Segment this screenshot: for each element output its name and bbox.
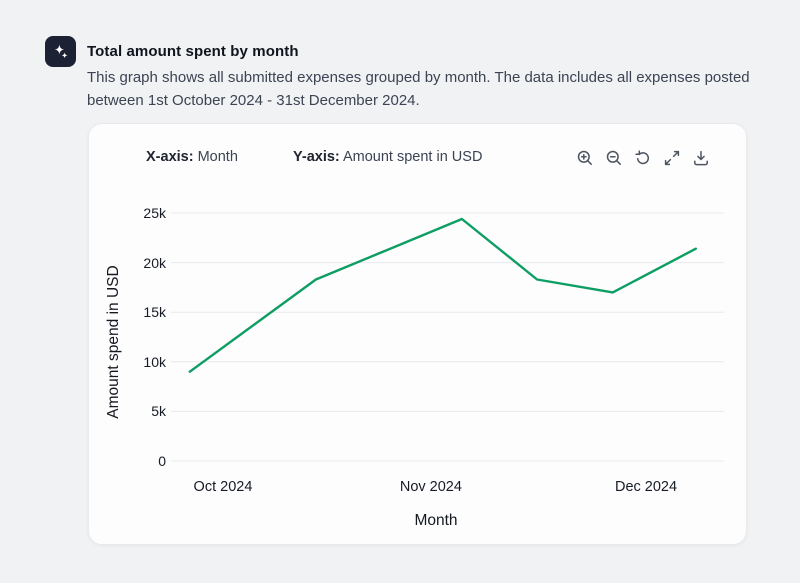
zoom-in-icon [575,148,595,168]
sparkle-glyph [52,43,70,61]
x-tick-label: Nov 2024 [386,477,476,497]
chart-card: X-axis: Month Y-axis: Amount spent in US… [88,123,747,545]
chart-toolbar [572,145,714,171]
reset-icon [633,148,653,168]
y-axis-info-value: Amount spent in USD [343,149,482,165]
y-axis-info: Y-axis: Amount spent in USD [293,149,482,165]
chart-line [190,219,696,372]
x-axis-title: Month [336,512,536,532]
x-tick-label: Oct 2024 [178,477,268,497]
page-description: This graph shows all submitted expenses … [87,66,755,112]
download-icon [691,148,711,168]
x-axis-info-value: Month [198,149,238,165]
page-title: Total amount spent by month [87,43,299,60]
fullscreen-button[interactable] [659,145,685,171]
y-axis-title: Amount spend in USD [105,242,125,442]
y-tick-label: 25k [109,203,166,223]
zoom-out-button[interactable] [601,145,627,171]
zoom-in-button[interactable] [572,145,598,171]
y-tick-label: 0 [109,451,166,471]
fullscreen-icon [662,148,682,168]
zoom-out-icon [604,148,624,168]
y-axis-info-key: Y-axis: [293,149,340,165]
sparkles-icon [45,36,76,67]
reset-button[interactable] [630,145,656,171]
x-axis-info: X-axis: Month [146,149,238,165]
download-button[interactable] [688,145,714,171]
x-tick-label: Dec 2024 [601,477,691,497]
x-axis-info-key: X-axis: [146,149,194,165]
